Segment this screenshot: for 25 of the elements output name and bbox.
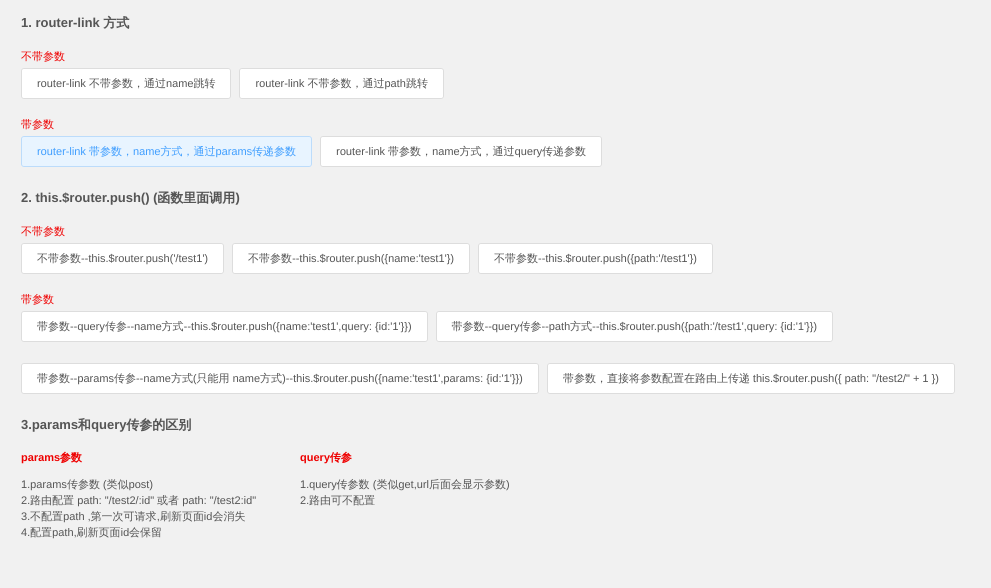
list-item: 3.不配置path ,第一次可请求,刷新页面id会消失 xyxy=(21,510,246,525)
column-title: params参数 xyxy=(21,450,84,465)
list-item: 4.配置path,刷新页面id会保留 xyxy=(21,526,164,541)
route-button[interactable]: 不带参数--this.$router.push({name:'test1'}) xyxy=(232,243,470,274)
route-button[interactable]: 不带参数--this.$router.push('/test1') xyxy=(21,243,224,274)
route-button[interactable]: 带参数，直接将参数配置在路由上传递 this.$router.push({ path: "/test2/" + 1 }) xyxy=(546,363,955,394)
list-item: 1.query传参数 (类似get,url后面会显示参数) xyxy=(300,478,511,493)
route-button[interactable]: router-link 带参数，name方式，通过query传递参数 xyxy=(320,136,602,167)
route-button[interactable]: router-link 不带参数，通过path跳转 xyxy=(239,68,444,99)
group-label: 不带参数 xyxy=(21,50,66,64)
section-heading: 1. router-link 方式 xyxy=(21,14,130,32)
route-button[interactable]: 带参数--query传参--name方式--this.$router.push({name:'test1',query: {id:'1'}}) xyxy=(21,311,428,342)
route-button[interactable]: 不带参数--this.$router.push({path:'/test1'}) xyxy=(478,243,713,274)
list-item: 1.params传参数 (类似post) xyxy=(21,478,154,493)
section-heading: 2. this.$router.push() (函数里面调用) xyxy=(21,189,241,207)
route-button[interactable]: 带参数--query传参--path方式--this.$router.push({path:'/test1',query: {id:'1'}}) xyxy=(436,311,834,342)
group-label: 带参数 xyxy=(21,293,55,307)
list-item: 2.路由配置 path: "/test2/:id" 或者 path: "/test2:id" xyxy=(21,494,258,509)
list-item: 2.路由可不配置 xyxy=(300,494,376,509)
route-button[interactable]: 带参数--params传参--name方式(只能用 name方式)--this.$router.push({name:'test1',params: {id:'1'}}) xyxy=(21,363,539,394)
section-heading: 3.params和query传参的区别 xyxy=(21,416,192,434)
column-title: query传参 xyxy=(300,450,353,465)
group-label: 带参数 xyxy=(21,118,55,132)
group-label: 不带参数 xyxy=(21,225,66,239)
route-button[interactable]: router-link 不带参数，通过name跳转 xyxy=(21,68,232,99)
